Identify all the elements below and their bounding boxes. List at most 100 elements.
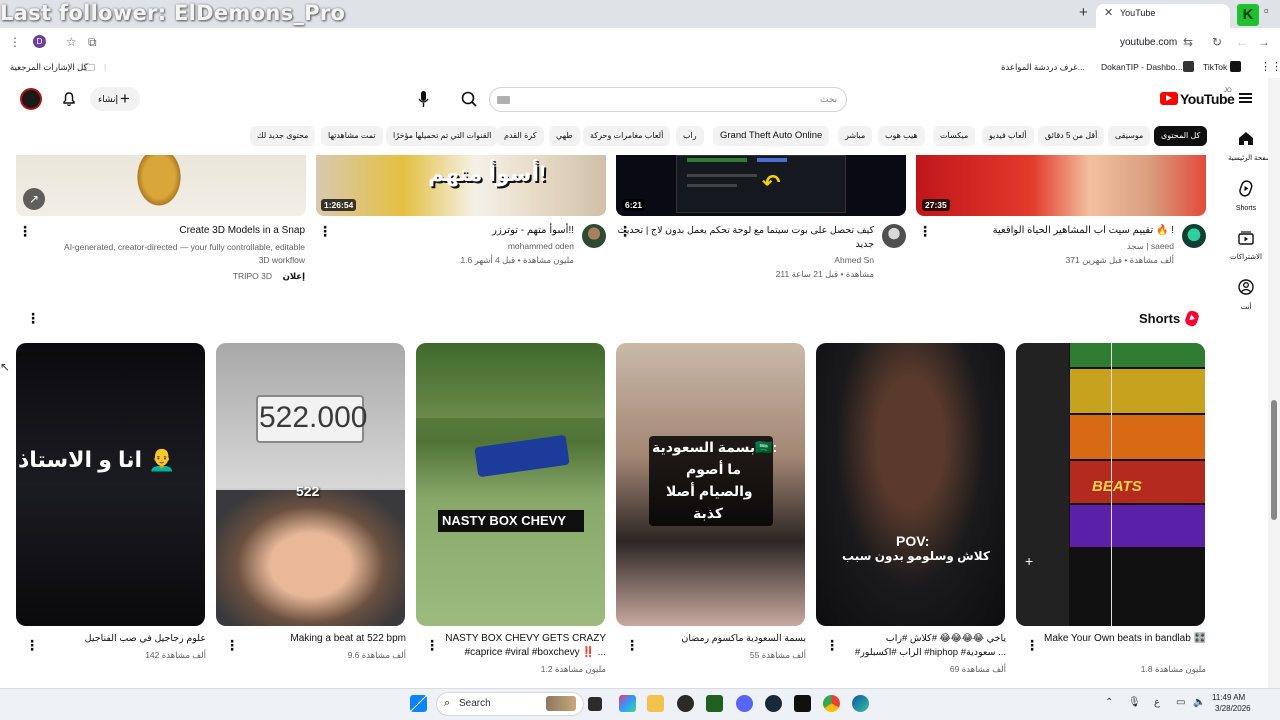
- chip-new-to-you[interactable]: محتوى جديد لك: [250, 126, 316, 146]
- external-link-icon[interactable]: ↗: [23, 188, 45, 210]
- sidebar-item-subscriptions[interactable]: الاشتراكات: [1228, 230, 1264, 261]
- chip-live[interactable]: مباشر: [838, 126, 873, 146]
- more-options-icon[interactable]: ⋮: [18, 224, 32, 238]
- url-field[interactable]: youtube.com: [1120, 37, 1177, 48]
- more-options-icon[interactable]: ⋮: [825, 638, 839, 652]
- browser-tab-youtube[interactable]: [1096, 4, 1230, 28]
- short-title-line2[interactable]: #الراب #اكسبلور #hiphop #سعودية ...: [855, 647, 1006, 658]
- clock-date[interactable]: 3/28/2026: [1215, 704, 1251, 713]
- short-title[interactable]: ياخي 😂😂😂😂 #كلاش #راب: [886, 633, 1006, 644]
- more-options-icon[interactable]: ⋮: [918, 224, 932, 238]
- clock-time[interactable]: 11:49 AM: [1212, 693, 1245, 702]
- short-thumbnail[interactable]: POV: كلاش وسلومو بدون سبب: [816, 343, 1005, 626]
- channel-avatar[interactable]: [882, 224, 906, 248]
- terminal-app-icon[interactable]: [706, 695, 723, 712]
- video-thumbnail[interactable]: 27:35: [916, 155, 1206, 216]
- chip-rap[interactable]: راب: [676, 126, 704, 146]
- new-tab-button[interactable]: +: [1079, 4, 1088, 21]
- more-options-icon[interactable]: ⋮: [25, 638, 39, 652]
- chip-gta-online[interactable]: Grand Theft Auto Online: [713, 126, 830, 146]
- tray-mic-icon[interactable]: 🎙: [1128, 697, 1141, 708]
- browser-menu-icon[interactable]: ⋮: [9, 35, 21, 49]
- widgets-app-icon[interactable]: [619, 695, 636, 712]
- short-title[interactable]: بسمة السعودية ماكسوم رمضان: [681, 633, 806, 644]
- short-thumbnail[interactable]: BEATS +: [1016, 343, 1205, 626]
- video-title-line2[interactable]: جديد: [856, 239, 875, 250]
- forward-icon[interactable]: ←: [1236, 35, 1248, 49]
- task-view-icon[interactable]: [588, 697, 602, 711]
- video-channel[interactable]: mohammed oden: [508, 241, 574, 251]
- video-title[interactable]: أسوأ متهم - توترزر!!: [492, 225, 574, 236]
- ad-channel[interactable]: TRIPO 3D: [233, 271, 272, 281]
- short-title-line2[interactable]: #caprice #viral #boxchevy ‼️ ...: [465, 647, 606, 658]
- profile-avatar[interactable]: D: [33, 35, 46, 48]
- video-thumbnail[interactable]: ↶ 6:21: [616, 155, 906, 216]
- notifications-button[interactable]: [61, 91, 77, 107]
- voice-search-button[interactable]: [417, 90, 430, 108]
- more-options-icon[interactable]: ⋮: [425, 638, 439, 652]
- short-thumbnail[interactable]: NASTY BOX CHEVY: [416, 343, 605, 626]
- short-thumbnail[interactable]: 522.000 522: [216, 343, 405, 626]
- more-options-icon[interactable]: ⋮: [1025, 638, 1039, 652]
- short-title[interactable]: NASTY BOX CHEVY GETS CRAZY: [445, 633, 606, 644]
- short-title[interactable]: Making a beat at 522 bpm: [290, 633, 406, 644]
- sidebar-item-shorts[interactable]: Shorts: [1228, 180, 1264, 212]
- guide-menu-icon[interactable]: [1239, 93, 1252, 103]
- more-options-icon[interactable]: ⋮: [618, 224, 632, 238]
- short-title[interactable]: Make Your Own beats in bandlab 🎛️: [1044, 633, 1206, 644]
- chip-video-games[interactable]: ألعاب فيديو: [982, 126, 1034, 146]
- chrome-icon[interactable]: [823, 695, 840, 712]
- share-icon[interactable]: ⧉: [88, 35, 97, 50]
- chip-recently-uploaded[interactable]: القنوات التي تم تحميلها مؤخرًا: [386, 126, 499, 146]
- video-channel[interactable]: سجد | saeed: [1127, 241, 1174, 252]
- chip-mixes[interactable]: ميكسات: [933, 126, 976, 146]
- video-title[interactable]: تقييم سيت اب المشاهير الحياة الواقعية 🔥 …: [993, 225, 1174, 236]
- account-avatar[interactable]: [20, 88, 42, 110]
- bookmark-all[interactable]: كل الإشارات المرجعية: [10, 62, 88, 73]
- windows-start-icon[interactable]: [410, 695, 427, 712]
- scrollbar-thumb[interactable]: [1271, 400, 1277, 520]
- steam-icon[interactable]: [765, 695, 782, 712]
- keyboard-icon[interactable]: [497, 96, 510, 104]
- chip-music[interactable]: موسيقى: [1108, 126, 1151, 146]
- search-input[interactable]: [489, 87, 847, 112]
- more-options-icon[interactable]: ⋮: [225, 638, 239, 652]
- search-button[interactable]: [453, 87, 486, 112]
- bookmark-tiktok[interactable]: TikTok: [1203, 62, 1227, 72]
- volume-icon[interactable]: 🔈: [1193, 697, 1205, 708]
- edge-icon[interactable]: [852, 695, 869, 712]
- chip-all[interactable]: كل المحتوى: [1154, 126, 1208, 146]
- bookmark-chat-rooms[interactable]: غرف دردشة المواعدة...: [1001, 62, 1085, 73]
- tray-expand-icon[interactable]: ⌃: [1105, 697, 1113, 708]
- more-options-icon[interactable]: ⋮: [625, 638, 639, 652]
- more-options-icon[interactable]: ⋮: [318, 224, 332, 238]
- chip-under-5-min[interactable]: أقل من 5 دقائق: [1038, 126, 1105, 146]
- reload-icon[interactable]: ↻: [1212, 35, 1222, 49]
- chip-action-adventure[interactable]: ألعاب مغامرات وحركة: [583, 126, 671, 146]
- tab-close-icon[interactable]: ✕: [1104, 6, 1113, 19]
- shelf-more-options-icon[interactable]: ⋮: [26, 311, 40, 325]
- ad-title[interactable]: Create 3D Models in a Snap: [179, 225, 305, 236]
- input-language-label[interactable]: ع: [1154, 697, 1160, 708]
- channel-avatar[interactable]: [1182, 224, 1206, 248]
- discord-icon[interactable]: [736, 695, 753, 712]
- video-thumbnail[interactable]: أسوأ متهم! 1:26:54: [316, 155, 606, 216]
- window-control-icon[interactable]: ▫: [1264, 3, 1269, 18]
- bookmark-star-icon[interactable]: ☆: [66, 35, 77, 49]
- short-title[interactable]: علوم رجاجيل في صب الفناجيل: [85, 633, 206, 644]
- channel-avatar[interactable]: [582, 224, 606, 248]
- sidebar-item-you[interactable]: أنت: [1228, 279, 1264, 311]
- obs-icon[interactable]: [677, 695, 694, 712]
- network-icon[interactable]: ▭: [1176, 697, 1185, 708]
- chip-hip-hop[interactable]: هيب هوب: [878, 126, 925, 146]
- sidebar-item-home[interactable]: الصفحة الرئيسية: [1228, 131, 1276, 162]
- short-thumbnail[interactable]: بسمة السعودية🇸🇦: ما أصوم والصيام أصلا كذ…: [616, 343, 805, 626]
- back-icon[interactable]: →: [1258, 35, 1270, 49]
- bookmark-dokan[interactable]: DokanTIP - Dashbo...: [1101, 62, 1183, 72]
- video-channel[interactable]: Ahmed Sn: [834, 255, 874, 265]
- site-settings-icon[interactable]: ⇆: [1183, 35, 1193, 49]
- apps-grid-icon[interactable]: ⋮⋮: [1260, 60, 1280, 73]
- chip-cooking[interactable]: طهي: [549, 126, 580, 146]
- short-thumbnail[interactable]: انا و الاستاذ 👨‍🦲: [16, 343, 205, 626]
- game-app-icon[interactable]: [794, 695, 811, 712]
